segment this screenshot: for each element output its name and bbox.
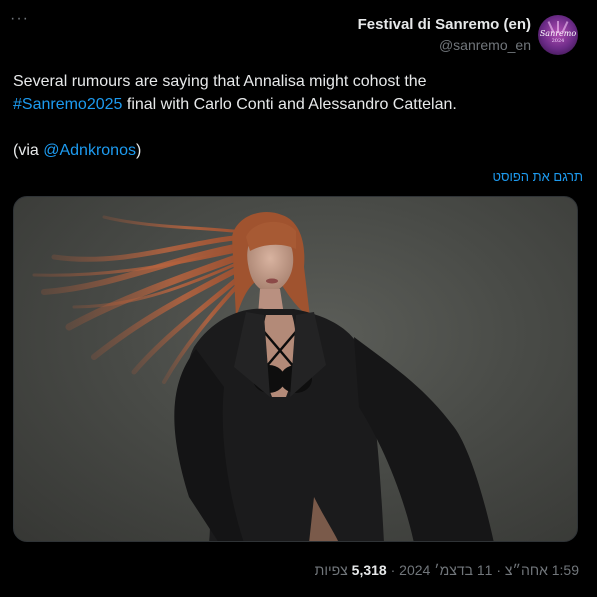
more-options-button[interactable]: ···: [10, 10, 29, 27]
tweet-text-segment: final with Carlo Conti and Alessandro Ca…: [122, 96, 457, 113]
more-horizontal-icon: ···: [10, 10, 29, 27]
views-label: צפיות: [314, 562, 348, 578]
views-count: 5,318: [351, 562, 387, 578]
hashtag-link[interactable]: #Sanremo2025: [13, 96, 122, 113]
tweet-text-segment: (via: [13, 142, 44, 159]
tweet-time[interactable]: 1:59 אחה״צ: [505, 562, 579, 578]
tweet-text-line: Several rumours are saying that Annalisa…: [13, 70, 583, 93]
author-display-name[interactable]: Festival di Sanremo (en): [358, 15, 531, 34]
avatar-ray: [557, 21, 559, 33]
meta-separator: ·: [390, 562, 396, 578]
avatar[interactable]: Sanremo 2024: [538, 15, 578, 55]
tweet-text: Several rumours are saying that Annalisa…: [13, 70, 583, 162]
translate-post-link[interactable]: תרגם את הפוסט: [492, 169, 583, 184]
tweet-text-segment: ): [135, 142, 142, 159]
author-block: Festival di Sanremo (en) @sanremo_en: [358, 15, 531, 55]
tweet-text-line: (via @Adnkronos): [13, 139, 583, 162]
tweet-text-line: #Sanremo2025 final with Carlo Conti and …: [13, 93, 583, 116]
meta-separator: ·: [496, 562, 502, 578]
photo-illustration: [32, 211, 494, 541]
author-handle[interactable]: @sanremo_en: [358, 36, 531, 55]
tweet-meta: 1:59 אחה״צ · 11 בדצמ׳ 2024 · 5,318 צפיות: [315, 562, 579, 578]
tweet-date[interactable]: 11 בדצמ׳ 2024: [399, 562, 492, 578]
mention-link[interactable]: @Adnkronos: [43, 142, 136, 159]
avatar-logo-year: 2024: [551, 37, 565, 44]
tweet-photo[interactable]: [13, 196, 578, 542]
tweet-text-segment: Several rumours are saying that Annalisa…: [13, 73, 427, 90]
